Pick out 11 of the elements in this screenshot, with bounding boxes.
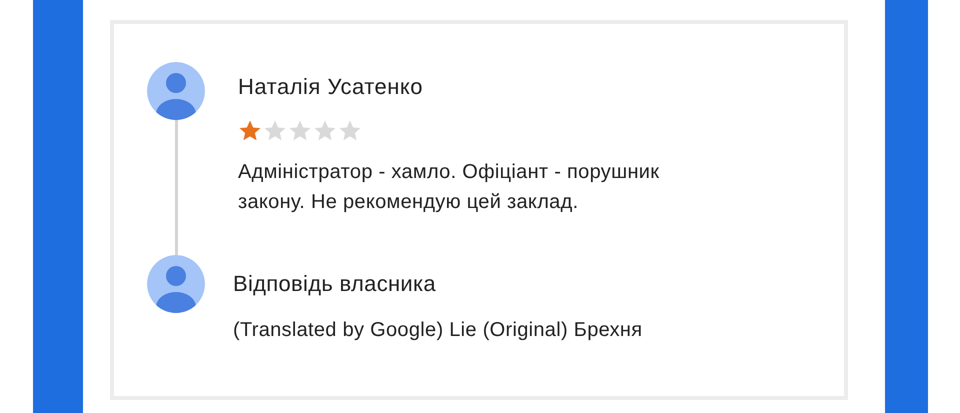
review-text: Адміністратор - хамло. Офіціант - порушник закону. Не рекомендую цей заклад.: [238, 160, 660, 215]
star-icon: [338, 119, 362, 143]
star-icon: [288, 119, 312, 143]
avatar-icon: [147, 62, 205, 120]
reviewer-name: Наталія Усатенко: [238, 73, 424, 101]
star-icon: [313, 119, 337, 143]
star-icon: [238, 119, 262, 143]
avatar-icon: [147, 255, 205, 313]
response-title: Відповідь власника: [233, 270, 437, 298]
response-text: (Translated by Google) Lie (Original) Брехня: [233, 318, 642, 343]
star-icon: [263, 119, 287, 143]
